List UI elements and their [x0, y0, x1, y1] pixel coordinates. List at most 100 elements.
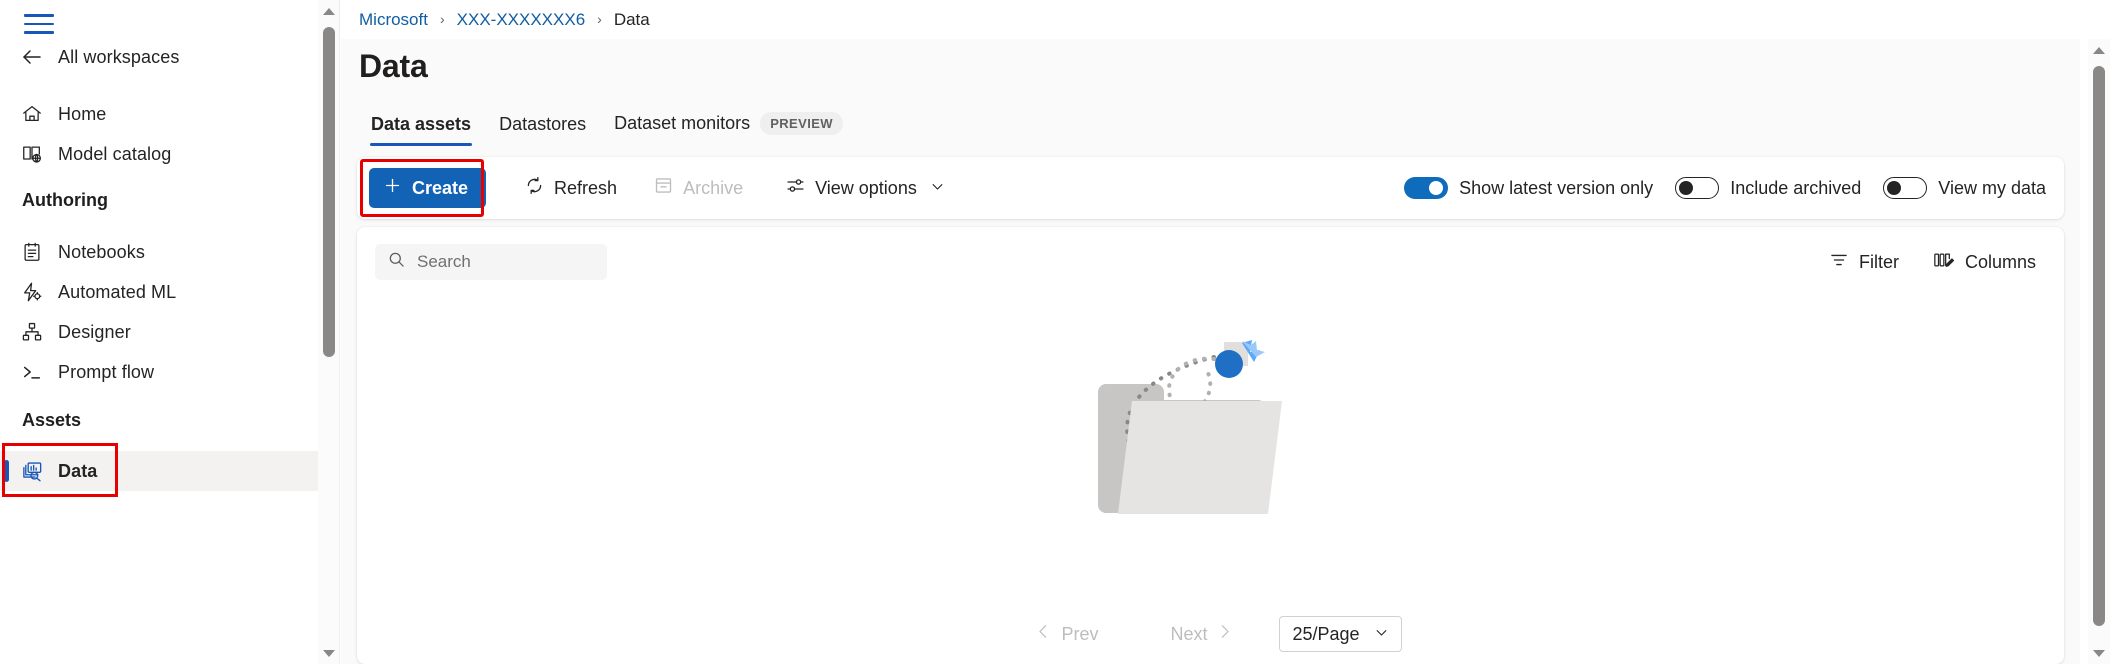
- arrow-left-icon: [20, 45, 44, 69]
- sidebar-item-label: Home: [58, 104, 106, 125]
- toggle-label: Include archived: [1730, 178, 1861, 199]
- search-icon: [387, 250, 406, 274]
- sidebar-section-authoring: Authoring: [22, 190, 108, 211]
- terminal-icon: [20, 360, 44, 384]
- prev-page-button[interactable]: Prev: [1019, 623, 1114, 645]
- sidebar-item-label: Designer: [58, 322, 131, 343]
- home-icon: [20, 102, 44, 126]
- toggle-view-my-data[interactable]: View my data: [1883, 177, 2046, 199]
- toggle-label: View my data: [1938, 178, 2046, 199]
- tab-bar: Data assets Datastores Dataset monitors …: [357, 112, 857, 146]
- notebook-icon: [20, 240, 44, 264]
- columns-button[interactable]: Columns: [1921, 244, 2048, 280]
- model-catalog-icon: [20, 142, 44, 166]
- breadcrumb: Microsoft › XXX-XXXXXXX6 › Data: [341, 0, 2080, 39]
- sidebar-item-label: Prompt flow: [58, 362, 154, 383]
- table-actions: Filter Columns: [1817, 244, 2048, 280]
- page-title: Data: [359, 48, 428, 85]
- scroll-down-arrow-icon[interactable]: [318, 642, 340, 664]
- next-label: Next: [1170, 624, 1207, 645]
- view-options-icon: [785, 175, 806, 201]
- empty-state-illustration: [357, 279, 2064, 598]
- pagination: Prev Next 25/Page: [357, 604, 2064, 664]
- sidebar-item-model-catalog[interactable]: Model catalog: [0, 134, 318, 174]
- breadcrumb-separator-icon: ›: [597, 11, 602, 27]
- automated-ml-icon: [20, 280, 44, 304]
- data-icon: [20, 459, 44, 483]
- tab-dataset-monitors[interactable]: Dataset monitors PREVIEW: [600, 112, 857, 146]
- sidebar-item-label: Automated ML: [58, 282, 176, 303]
- view-options-label: View options: [815, 178, 917, 199]
- tab-datastores[interactable]: Datastores: [485, 114, 600, 146]
- tab-label: Dataset monitors: [614, 113, 750, 134]
- prev-label: Prev: [1061, 624, 1098, 645]
- page-scrollbar-track[interactable]: [2088, 39, 2110, 664]
- filter-button[interactable]: Filter: [1817, 244, 1911, 280]
- archive-button: Archive: [641, 168, 755, 208]
- sidebar-scrollbar-thumb[interactable]: [323, 27, 335, 357]
- create-button[interactable]: Create: [369, 168, 486, 208]
- refresh-button[interactable]: Refresh: [512, 168, 629, 208]
- sidebar-item-automated-ml[interactable]: Automated ML: [0, 272, 318, 312]
- sidebar-scrollbar[interactable]: [318, 0, 340, 664]
- sidebar-item-prompt-flow[interactable]: Prompt flow: [0, 352, 318, 392]
- filter-icon: [1829, 250, 1849, 275]
- page-scrollbar[interactable]: [2080, 0, 2115, 664]
- preview-badge: PREVIEW: [760, 112, 843, 135]
- chevron-down-icon: [930, 178, 945, 199]
- plus-icon: [383, 176, 402, 200]
- sidebar-item-home[interactable]: Home: [0, 94, 318, 134]
- left-sidebar: All workspaces Home Model catalog Author…: [0, 0, 318, 664]
- page-scrollbar-thumb[interactable]: [2093, 66, 2105, 626]
- toggle-switch[interactable]: [1404, 177, 1448, 199]
- toggle-include-archived[interactable]: Include archived: [1675, 177, 1861, 199]
- page-size-select[interactable]: 25/Page: [1279, 616, 1401, 652]
- toggle-switch[interactable]: [1675, 177, 1719, 199]
- sidebar-section-assets: Assets: [22, 410, 81, 431]
- main-content: Microsoft › XXX-XXXXXXX6 › Data Data Dat…: [341, 0, 2080, 664]
- archive-button-label: Archive: [683, 178, 743, 199]
- search-input[interactable]: Search: [375, 244, 607, 280]
- toolbar-card: Create Refresh Archive: [357, 157, 2064, 219]
- archive-icon: [653, 175, 674, 201]
- breadcrumb-separator-icon: ›: [440, 11, 445, 27]
- selected-indicator-bar: [4, 460, 9, 482]
- breadcrumb-item-current: Data: [614, 10, 650, 30]
- columns-edit-icon: [1933, 250, 1955, 275]
- refresh-icon: [524, 175, 545, 201]
- sidebar-item-notebooks[interactable]: Notebooks: [0, 232, 318, 272]
- sidebar-item-data[interactable]: Data: [0, 451, 318, 491]
- toggle-label: Show latest version only: [1459, 178, 1653, 199]
- sidebar-item-label: Model catalog: [58, 144, 171, 165]
- tab-label: Datastores: [499, 114, 586, 135]
- hamburger-icon[interactable]: [24, 13, 54, 35]
- tab-label: Data assets: [371, 114, 471, 135]
- toggle-show-latest-version-only[interactable]: Show latest version only: [1404, 177, 1653, 199]
- scroll-down-arrow-icon[interactable]: [2088, 642, 2110, 664]
- chevron-down-icon: [1374, 624, 1389, 645]
- search-placeholder: Search: [417, 252, 471, 272]
- content-card: Search Filter Columns: [357, 227, 2064, 664]
- sidebar-item-designer[interactable]: Designer: [0, 312, 318, 352]
- sidebar-item-label: Data: [58, 461, 97, 482]
- sidebar-item-all-workspaces[interactable]: All workspaces: [0, 37, 318, 77]
- next-page-button[interactable]: Next: [1154, 623, 1249, 645]
- scroll-up-arrow-icon[interactable]: [318, 0, 340, 22]
- sidebar-item-label: All workspaces: [58, 47, 179, 68]
- toolbar: Create Refresh Archive: [357, 157, 2064, 219]
- columns-label: Columns: [1965, 252, 2036, 273]
- chevron-left-icon: [1035, 623, 1052, 645]
- breadcrumb-item-workspace[interactable]: XXX-XXXXXXX6: [457, 10, 586, 30]
- page-size-value: 25/Page: [1292, 624, 1359, 645]
- chevron-right-icon: [1216, 623, 1233, 645]
- filter-label: Filter: [1859, 252, 1899, 273]
- toggle-switch[interactable]: [1883, 177, 1927, 199]
- sidebar-item-label: Notebooks: [58, 242, 145, 263]
- refresh-button-label: Refresh: [554, 178, 617, 199]
- designer-icon: [20, 320, 44, 344]
- scroll-up-arrow-icon[interactable]: [2088, 39, 2110, 61]
- tab-data-assets[interactable]: Data assets: [357, 114, 485, 146]
- breadcrumb-item-microsoft[interactable]: Microsoft: [359, 10, 428, 30]
- view-options-button[interactable]: View options: [773, 168, 957, 208]
- empty-folder-with-bee-illustration: [1096, 339, 1296, 529]
